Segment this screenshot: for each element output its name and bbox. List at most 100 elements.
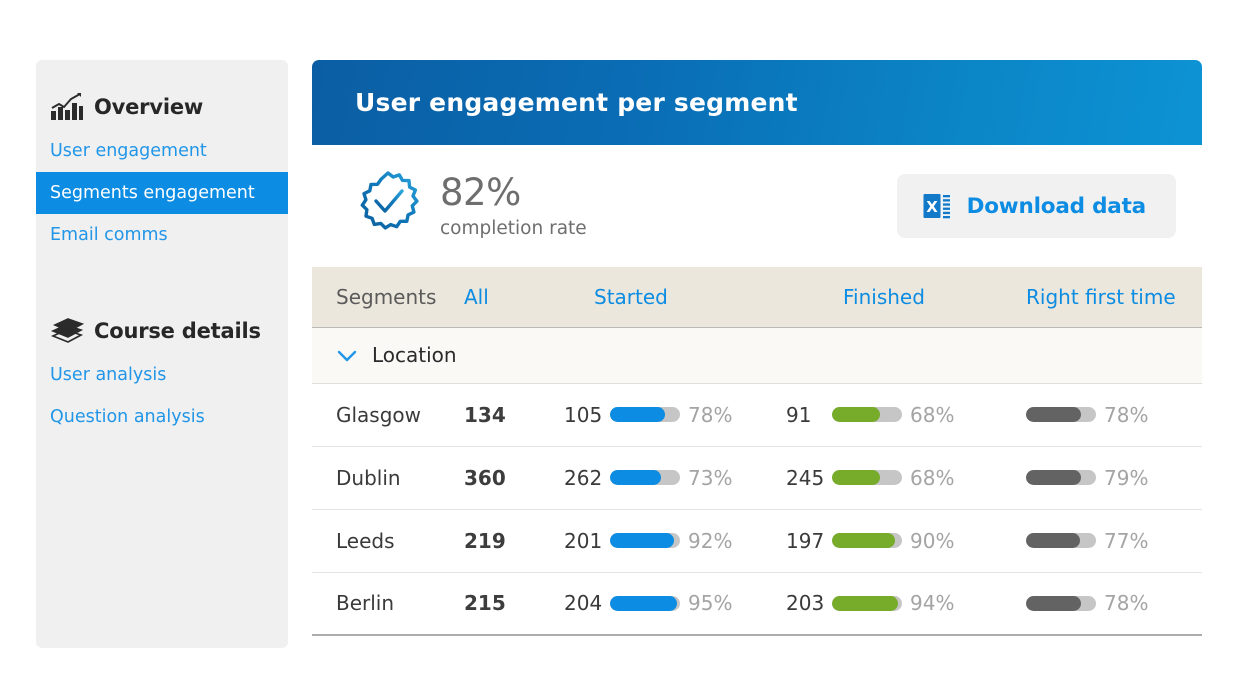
cell-all: 360	[464, 446, 542, 510]
finished-bar-fill	[832, 533, 895, 548]
cell-started: 201 92%	[542, 509, 774, 573]
finished-count: 245	[786, 465, 825, 490]
dashboard-page: Overview User engagement Segments engage…	[0, 0, 1240, 690]
started-count: 204	[564, 591, 603, 616]
cell-all: 219	[464, 509, 542, 573]
cell-finished: 203 94%	[774, 572, 1000, 636]
started-bar-track	[610, 595, 680, 611]
finished-count: 203	[786, 591, 825, 616]
finished-bar-track	[832, 595, 902, 611]
started-count: 201	[564, 528, 603, 553]
finished-count: 91	[786, 402, 812, 427]
sidebar-group-header-overview: Overview	[36, 84, 288, 130]
started-percent: 73%	[688, 465, 733, 490]
sidebar-group-overview: Overview User engagement Segments engage…	[36, 84, 288, 256]
started-bar-fill	[610, 533, 675, 548]
table-row[interactable]: Dublin 360 262 73% 245 68% 79%	[312, 446, 1202, 510]
finished-bar-fill	[832, 595, 898, 611]
check-rosette-icon	[350, 168, 426, 244]
finished-percent: 94%	[910, 591, 955, 616]
download-data-label: Download data	[966, 193, 1147, 219]
started-count: 262	[564, 465, 603, 490]
main-panel: User engagement per segment 82% completi…	[312, 60, 1202, 636]
finished-count: 197	[786, 528, 825, 553]
sidebar-group-title: Course details	[94, 319, 261, 343]
rft-bar-track	[1026, 470, 1096, 485]
rft-percent: 78%	[1104, 591, 1149, 616]
sidebar-item-question-analysis[interactable]: Question analysis	[36, 396, 288, 438]
bar-chart-icon	[50, 92, 84, 122]
sidebar-group-title: Overview	[94, 95, 204, 119]
cell-finished: 197 90%	[774, 509, 1000, 573]
started-bar-fill	[610, 595, 677, 611]
rft-percent: 79%	[1104, 465, 1149, 490]
sidebar-group-header-course-details: Course details	[36, 308, 288, 354]
table-group-row-location[interactable]: Location	[312, 326, 1202, 384]
started-bar-track	[610, 533, 680, 548]
cell-right-first-time: 77%	[1000, 509, 1202, 573]
cell-started: 105 78%	[542, 383, 774, 447]
started-bar-track	[610, 470, 680, 485]
completion-rate-value: 82%	[440, 170, 521, 214]
table-group-row-cell: Location	[312, 326, 1202, 384]
excel-file-icon: X	[923, 191, 953, 221]
cell-segment: Leeds	[312, 509, 464, 573]
sidebar: Overview User engagement Segments engage…	[36, 60, 288, 648]
started-bar-track	[610, 407, 680, 422]
table-header-row: Segments All Started Finished Right firs…	[312, 267, 1202, 327]
started-bar-fill	[610, 470, 662, 485]
rft-bar-track	[1026, 533, 1096, 548]
segments-table: Segments All Started Finished Right firs…	[312, 267, 1202, 636]
download-data-button[interactable]: X Download data	[896, 174, 1176, 238]
started-percent: 95%	[688, 591, 733, 616]
cell-started: 204 95%	[542, 572, 774, 636]
cell-started: 262 73%	[542, 446, 774, 510]
finished-bar-track	[832, 407, 902, 422]
cell-segment: Berlin	[312, 572, 464, 636]
sidebar-item-user-engagement[interactable]: User engagement	[36, 130, 288, 172]
cell-right-first-time: 78%	[1000, 383, 1202, 447]
sidebar-group-course-details: Course details User analysis Question an…	[36, 308, 288, 438]
finished-bar-fill	[832, 470, 880, 485]
rft-bar-track	[1026, 407, 1096, 422]
cell-segment: Dublin	[312, 446, 464, 510]
cell-all: 134	[464, 383, 542, 447]
finished-bar-track	[832, 470, 902, 485]
table-row[interactable]: Berlin 215 204 95% 203 94% 78%	[312, 572, 1202, 636]
cell-finished: 91 68%	[774, 383, 1000, 447]
svg-text:X: X	[926, 198, 938, 216]
column-header-all[interactable]: All	[464, 267, 542, 327]
column-header-finished[interactable]: Finished	[774, 267, 1000, 327]
stacked-books-icon	[50, 316, 85, 346]
panel-header: User engagement per segment	[312, 60, 1202, 145]
rft-percent: 77%	[1104, 528, 1149, 553]
summary-strip: 82% completion rate X Download data	[312, 145, 1202, 267]
started-count: 105	[564, 402, 603, 427]
sidebar-item-email-comms[interactable]: Email comms	[36, 214, 288, 256]
table-body: Location Glasgow 134 105 78% 91 68% 78% …	[312, 326, 1202, 636]
finished-bar-track	[832, 533, 902, 548]
started-bar-fill	[610, 407, 665, 422]
column-header-right-first-time[interactable]: Right first time	[1000, 267, 1202, 327]
finished-percent: 68%	[910, 402, 955, 427]
page-title: User engagement per segment	[355, 88, 798, 117]
cell-right-first-time: 78%	[1000, 572, 1202, 636]
table-row[interactable]: Leeds 219 201 92% 197 90% 77%	[312, 509, 1202, 573]
cell-right-first-time: 79%	[1000, 446, 1202, 510]
started-percent: 78%	[688, 402, 733, 427]
cell-finished: 245 68%	[774, 446, 1000, 510]
sidebar-item-segments-engagement[interactable]: Segments engagement	[36, 172, 288, 214]
rft-bar-fill	[1026, 595, 1081, 611]
table-group-label: Location	[372, 343, 457, 367]
rft-bar-fill	[1026, 407, 1081, 422]
finished-percent: 68%	[910, 465, 955, 490]
cell-segment: Glasgow	[312, 383, 464, 447]
sidebar-item-user-analysis[interactable]: User analysis	[36, 354, 288, 396]
started-percent: 92%	[688, 528, 733, 553]
cell-all: 215	[464, 572, 542, 636]
table-row[interactable]: Glasgow 134 105 78% 91 68% 78%	[312, 383, 1202, 447]
finished-bar-fill	[832, 407, 880, 422]
finished-percent: 90%	[910, 528, 955, 553]
chevron-down-icon[interactable]	[336, 348, 358, 362]
column-header-started[interactable]: Started	[542, 267, 774, 327]
